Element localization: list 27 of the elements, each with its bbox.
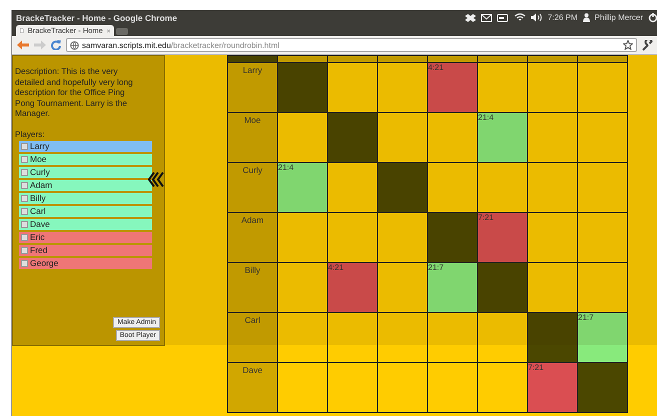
match-cell[interactable]: 21:4 (478, 113, 527, 162)
match-cell[interactable]: 21:7 (428, 263, 477, 312)
player-name-cell: Larry (228, 63, 277, 112)
player-name-cell: Billy (228, 263, 277, 312)
player-name-cell: Carl (228, 313, 277, 362)
player-name-cell: Curly (228, 163, 277, 212)
player-name-cell: Moe (228, 113, 277, 162)
window-title: BrackeTracker - Home - Google Chrome (16, 12, 178, 22)
player-item[interactable]: Carl (19, 206, 152, 216)
tournament-description: Description: This is the very detailed and hopefully very long description for the Office Ping Pong Tournament. Larry is the Manager. (15, 66, 134, 118)
players-label: Players: (15, 130, 46, 138)
player-item[interactable]: George (19, 258, 152, 268)
address-bar[interactable]: samvaran.scripts.mit.edu/bracketracker/roundrobin.html (66, 38, 637, 52)
player-item[interactable]: Eric (19, 232, 152, 242)
player-name-cell: Dave (228, 363, 277, 412)
player-item[interactable]: Dave (19, 218, 152, 230)
player-item[interactable]: Moe (19, 154, 152, 164)
match-cell[interactable]: 21:4 (278, 163, 327, 212)
player-item[interactable]: Larry (19, 140, 152, 152)
user-name[interactable]: Phillip Mercer (594, 13, 643, 22)
player-item[interactable]: Adam (19, 180, 152, 190)
match-cell[interactable]: 21:7 (578, 313, 627, 362)
clock-time[interactable]: 7:26 PM (548, 13, 578, 22)
player-item[interactable]: Billy (19, 192, 152, 204)
player-item[interactable]: Fred (19, 244, 152, 256)
player-name-cell: Adam (228, 213, 277, 262)
player-item[interactable]: Curly (19, 166, 152, 178)
